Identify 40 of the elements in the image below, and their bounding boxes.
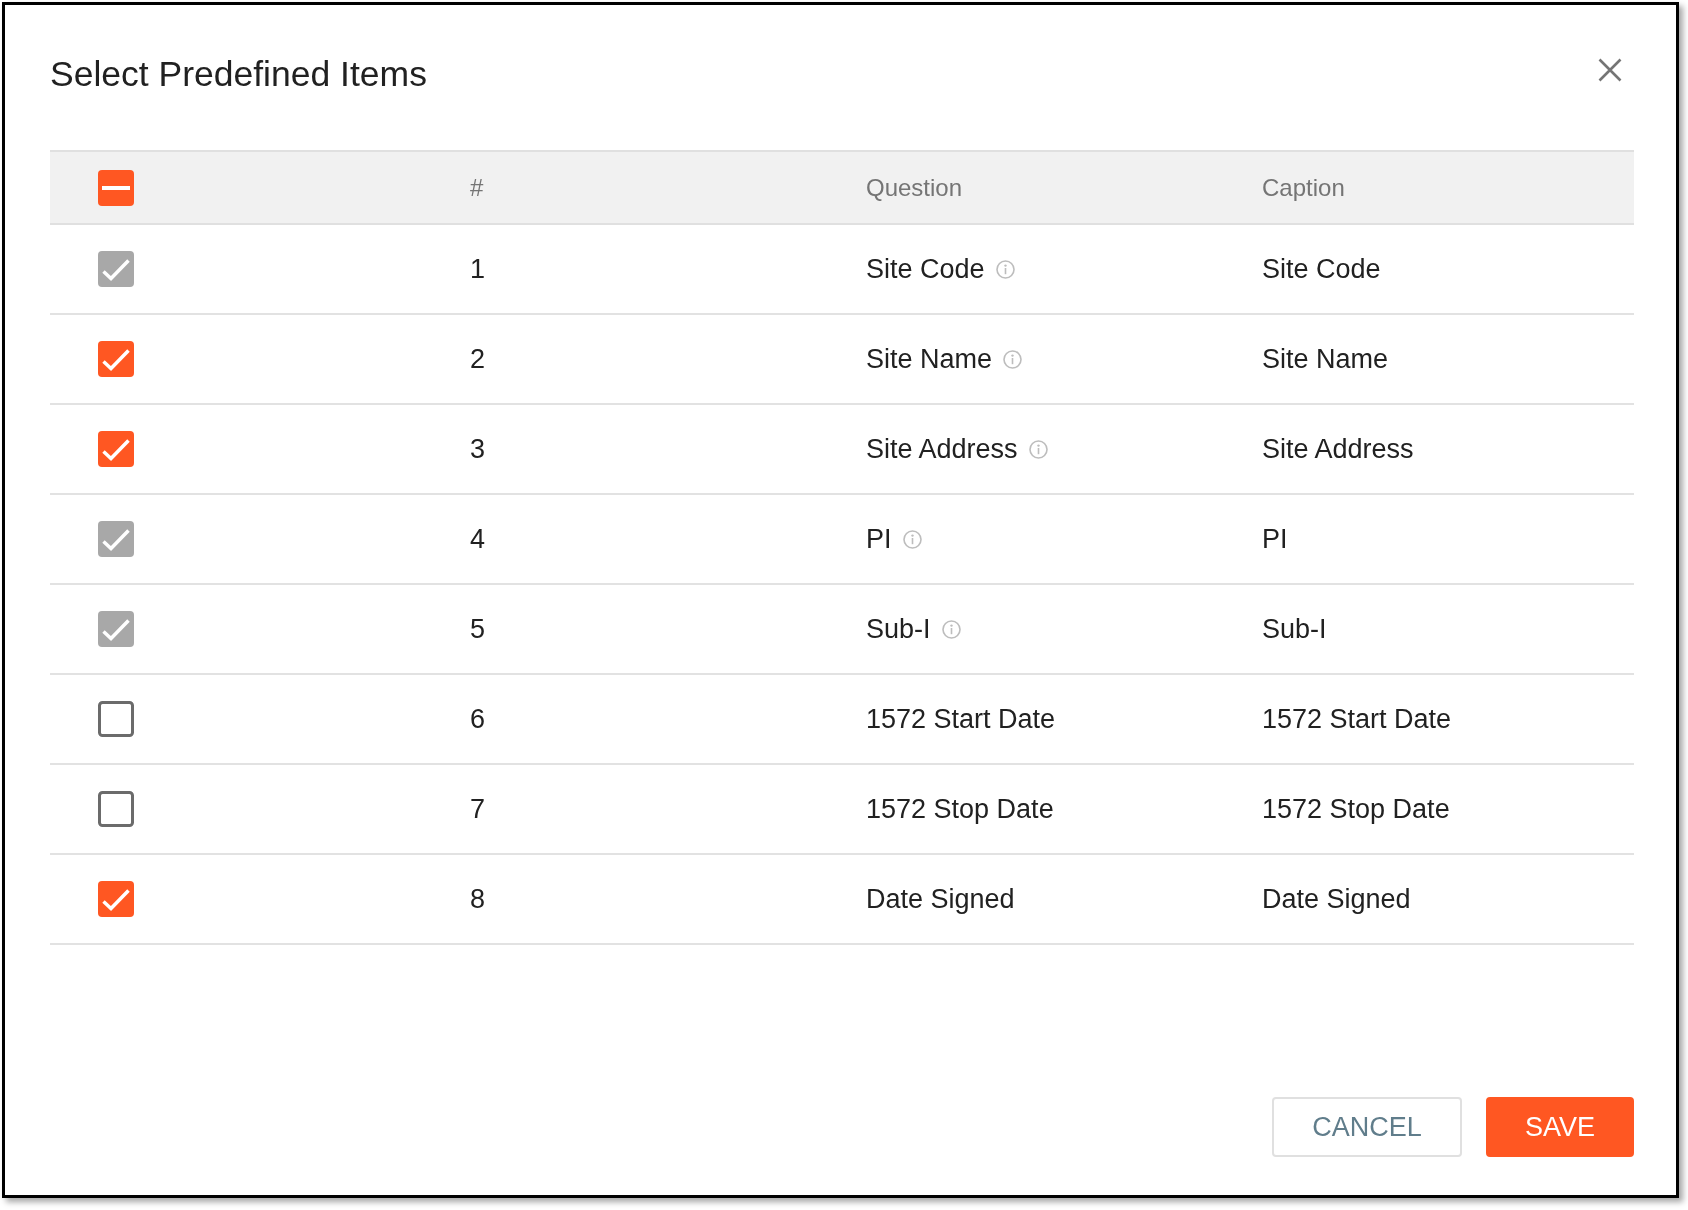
column-header: Question xyxy=(866,173,963,201)
info-icon[interactable] xyxy=(1028,439,1048,459)
caption-text: Site Address xyxy=(1262,433,1414,464)
question-text: Site Code xyxy=(866,252,985,286)
column-header: Caption xyxy=(1262,173,1345,201)
question-text: Sub-I xyxy=(866,612,931,646)
caption-text: Sub-I xyxy=(1262,613,1327,644)
save-button[interactable]: SAVE xyxy=(1486,1097,1634,1157)
checkbox[interactable] xyxy=(98,881,134,917)
row-number: 1 xyxy=(470,253,486,284)
info-icon[interactable] xyxy=(1003,349,1023,369)
checkbox[interactable] xyxy=(98,701,134,737)
caption-text: 1572 Stop Date xyxy=(1262,793,1450,824)
row-number: 6 xyxy=(470,703,486,734)
question-text: Date Signed xyxy=(866,882,1015,916)
caption-text: PI xyxy=(1262,523,1288,554)
row-number: 4 xyxy=(470,523,486,554)
row-number: 5 xyxy=(470,613,486,644)
question-text: 1572 Stop Date xyxy=(866,792,1054,826)
checkbox[interactable] xyxy=(98,431,134,467)
column-header: # xyxy=(470,173,484,201)
row-number: 7 xyxy=(470,793,486,824)
caption-text: Site Name xyxy=(1262,343,1389,374)
row-number: 2 xyxy=(470,343,486,374)
row-number: 8 xyxy=(470,883,486,914)
cancel-button[interactable]: CANCEL xyxy=(1272,1097,1462,1157)
dialog-title: Select Predefined Items xyxy=(50,53,427,95)
question-text: Site Name xyxy=(866,342,993,376)
close-icon xyxy=(1598,58,1622,82)
caption-text: 1572 Start Date xyxy=(1262,703,1452,734)
close-button[interactable] xyxy=(1598,58,1622,82)
checkbox[interactable] xyxy=(98,169,134,206)
checkbox[interactable] xyxy=(98,791,134,827)
question-text: Site Address xyxy=(866,432,1018,466)
checkbox[interactable] xyxy=(98,341,134,377)
row-number: 3 xyxy=(470,433,486,464)
caption-text: Date Signed xyxy=(1262,883,1411,914)
caption-text: Site Code xyxy=(1262,253,1381,284)
question-text: PI xyxy=(866,522,892,556)
question-text: 1572 Start Date xyxy=(866,702,1056,736)
